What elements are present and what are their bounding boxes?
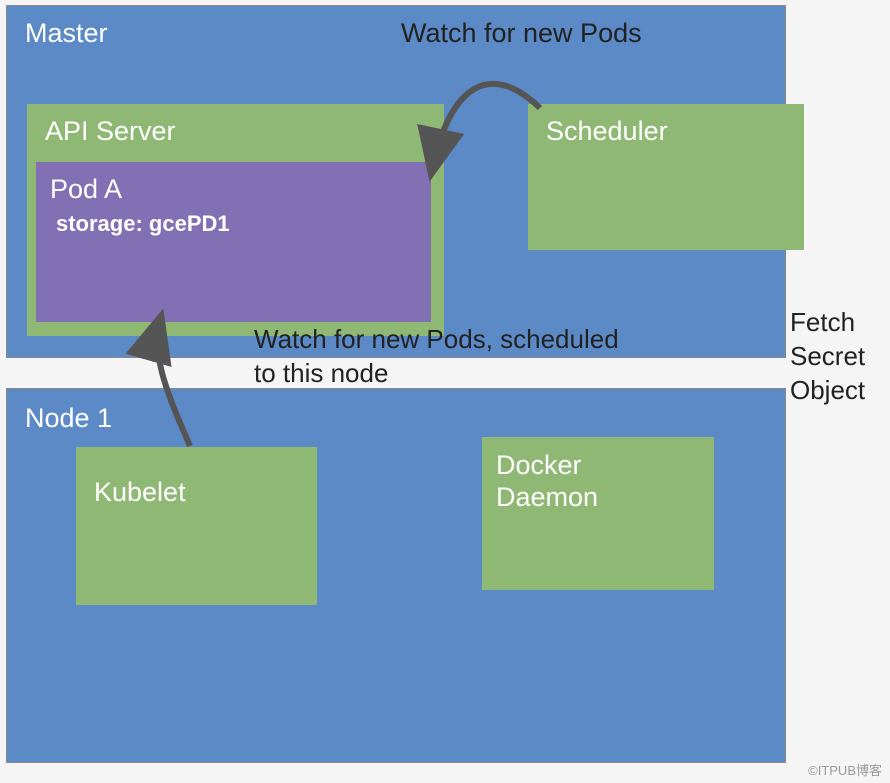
docker-line1: Docker	[496, 450, 582, 480]
pod-a-container: Pod A storage: gcePD1	[36, 162, 431, 322]
master-container: Master Watch for new Pods API Server Pod…	[6, 5, 786, 358]
docker-line2: Daemon	[496, 482, 598, 512]
watch-scheduled-label: Watch for new Pods, scheduled to this no…	[254, 323, 619, 391]
api-server-title: API Server	[45, 116, 426, 147]
pod-a-title: Pod A	[50, 174, 417, 205]
watch-scheduled-line2: to this node	[254, 358, 388, 388]
pod-a-storage: storage: gcePD1	[56, 211, 417, 237]
kubelet-title: Kubelet	[94, 477, 299, 508]
fetch-line1: Fetch	[790, 307, 855, 337]
watch-new-pods-label: Watch for new Pods	[401, 18, 642, 49]
node1-container: Node 1 Kubelet Docker Daemon	[6, 388, 786, 763]
kubelet-container: Kubelet	[76, 447, 317, 605]
scheduler-container: Scheduler	[528, 104, 804, 250]
api-server-container: API Server Pod A storage: gcePD1	[27, 104, 444, 336]
fetch-line2: Secret	[790, 341, 865, 371]
master-title: Master	[25, 18, 767, 49]
docker-daemon-title: Docker Daemon	[496, 449, 700, 514]
docker-daemon-container: Docker Daemon	[482, 437, 714, 590]
watermark: ©ITPUB博客	[808, 760, 882, 779]
watch-scheduled-line1: Watch for new Pods, scheduled	[254, 324, 619, 354]
fetch-secret-label: Fetch Secret Object	[790, 306, 865, 407]
node1-title: Node 1	[25, 403, 767, 434]
fetch-line3: Object	[790, 375, 865, 405]
scheduler-title: Scheduler	[546, 116, 786, 147]
